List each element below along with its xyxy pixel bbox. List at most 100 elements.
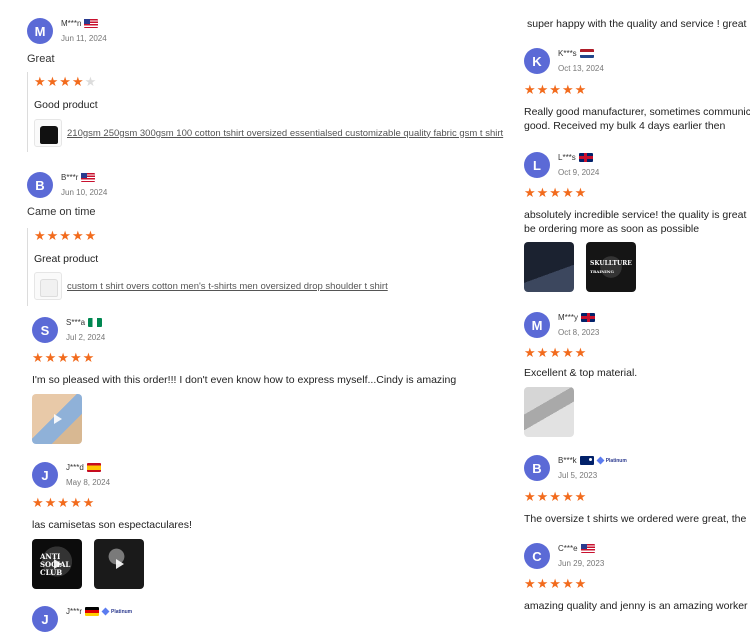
review-card: B B***r Jun 10, 2024 Came on time ★★★★★ … [27, 172, 515, 306]
review-text: Good product [34, 99, 98, 111]
germany-flag-icon [85, 607, 100, 616]
reviewer-name: S***a [66, 318, 103, 327]
review-media: SKULLTURE TRAINING [524, 242, 636, 292]
review-date: Jul 2, 2024 [66, 333, 106, 342]
review-date: Jun 29, 2023 [558, 559, 605, 568]
review-text: Really good manufacturer, sometimes comm… [524, 106, 750, 132]
review-date: Jun 10, 2024 [61, 188, 108, 197]
avatar: B [524, 455, 550, 481]
product-link-row[interactable]: custom t shirt overs cotton men's t-shir… [34, 272, 388, 300]
product-thumbnail[interactable] [34, 119, 62, 147]
product-link[interactable]: 210gsm 250gsm 300gsm 100 cotton tshirt o… [67, 128, 503, 139]
avatar: J [32, 606, 58, 632]
avatar: M [27, 18, 53, 44]
review-header: K K***s Oct 13, 2024 [524, 48, 750, 78]
netherlands-flag-icon [579, 49, 594, 58]
star-rating: ★★★★★ [32, 350, 96, 365]
review-date: Jul 5, 2023 [558, 471, 598, 480]
review-date: Oct 9, 2024 [558, 168, 600, 177]
reviewer-name: B***r [61, 173, 96, 182]
us-flag-icon [84, 19, 99, 28]
review-header: S S***a Jul 2, 2024 [32, 317, 515, 347]
star-rating: ★★★★★ [34, 228, 98, 243]
review-card: S S***a Jul 2, 2024 ★★★★★ I'm so pleased… [32, 317, 515, 444]
diamond-icon [101, 607, 110, 616]
review-card: M M***y Oct 8, 2023 ★★★★★ Excellent & to… [524, 312, 750, 437]
avatar: B [27, 172, 53, 198]
star-rating: ★★★★★ [524, 489, 588, 504]
review-media [524, 387, 574, 437]
review-detail-block: ★★★★★ Good product 210gsm 250gsm 300gsm … [27, 72, 503, 152]
review-card: M M***n Jun 11, 2024 Great ★★★★★ Good pr… [27, 18, 515, 152]
spain-flag-icon [86, 463, 101, 472]
review-header: C C***e Jun 29, 2023 [524, 543, 750, 573]
reviewer-name: M***n [61, 19, 99, 28]
review-video-thumbnail[interactable] [94, 539, 144, 589]
review-card: B B***k Platinum Jul 5, 2023 ★★★★★ The o… [524, 455, 750, 525]
product-link-row[interactable]: 210gsm 250gsm 300gsm 100 cotton tshirt o… [34, 119, 503, 147]
product-thumbnail[interactable] [34, 272, 62, 300]
platinum-badge: Platinum [101, 607, 132, 616]
platinum-badge: Platinum [596, 456, 627, 465]
review-text: amazing quality and jenny is an amazing … [524, 600, 748, 612]
review-detail-block: ★★★★★ Great product custom t shirt overs… [27, 228, 388, 306]
review-photo-thumbnail[interactable] [524, 242, 574, 292]
review-card: C C***e Jun 29, 2023 ★★★★★ amazing quali… [524, 543, 750, 612]
australia-flag-icon [579, 456, 594, 465]
review-header: J J***r Platinum [32, 606, 515, 635]
review-date: Jun 11, 2024 [61, 34, 107, 43]
star-rating: ★★★★★ [32, 495, 96, 510]
star-rating: ★★★★★ [34, 74, 98, 89]
review-text: I'm so pleased with this order!!! I don'… [32, 374, 457, 386]
us-flag-icon [81, 173, 96, 182]
play-icon [54, 559, 62, 569]
reviewer-name: L***s [558, 153, 593, 162]
review-remark: Great [27, 53, 55, 65]
review-remark: Came on time [27, 206, 96, 218]
reviewer-name: J***r Platinum [66, 607, 133, 616]
nigeria-flag-icon [88, 318, 103, 327]
review-card: L L***s Oct 9, 2024 ★★★★★ absolutely inc… [524, 152, 750, 292]
uk-flag-icon [578, 153, 593, 162]
photo-print-text: SKULLTURE TRAINING [590, 260, 632, 274]
star-rating: ★★★★★ [524, 185, 588, 200]
review-text: super happy with the quality and service… [527, 18, 747, 30]
review-text: las camisetas son espectaculares! [32, 519, 192, 531]
black-tshirt-icon [40, 126, 58, 144]
diamond-icon [596, 456, 605, 465]
avatar: C [524, 543, 550, 569]
reviewer-name: K***s [558, 49, 594, 58]
avatar: J [32, 462, 58, 488]
star-rating: ★★★★★ [524, 345, 588, 360]
avatar: M [524, 312, 550, 338]
review-photo-thumbnail[interactable]: SKULLTURE TRAINING [586, 242, 636, 292]
review-text: Great product [34, 253, 99, 265]
review-date: Oct 8, 2023 [558, 328, 600, 337]
reviewer-name: C***e [558, 544, 595, 553]
review-date: May 8, 2024 [66, 478, 111, 487]
review-video-thumbnail[interactable] [32, 394, 82, 444]
us-flag-icon [580, 544, 595, 553]
review-card: K K***s Oct 13, 2024 ★★★★★ Really good m… [524, 48, 750, 132]
review-card: J J***d May 8, 2024 ★★★★★ las camisetas … [32, 462, 515, 589]
white-tshirt-icon [40, 279, 58, 297]
review-card: J J***r Platinum [32, 606, 515, 635]
review-photo-thumbnail[interactable] [524, 387, 574, 437]
avatar: S [32, 317, 58, 343]
avatar: L [524, 152, 550, 178]
review-header: L L***s Oct 9, 2024 [524, 152, 750, 182]
review-header: B B***k Platinum Jul 5, 2023 [524, 455, 750, 485]
review-header: M M***y Oct 8, 2023 [524, 312, 750, 342]
review-media: ANTI SOCIAL CLUB [32, 539, 144, 589]
product-link[interactable]: custom t shirt overs cotton men's t-shir… [67, 281, 388, 292]
reviewer-name: B***k Platinum [558, 456, 627, 465]
avatar: K [524, 48, 550, 74]
review-header: M M***n Jun 11, 2024 [27, 18, 515, 48]
review-text: absolutely incredible service! the quali… [524, 209, 747, 235]
review-media [32, 394, 82, 444]
review-header: J J***d May 8, 2024 [32, 462, 515, 492]
review-date: Oct 13, 2024 [558, 64, 604, 73]
reviews-column-right: super happy with the quality and service… [515, 0, 750, 635]
review-video-thumbnail[interactable]: ANTI SOCIAL CLUB [32, 539, 82, 589]
play-icon [54, 414, 62, 424]
